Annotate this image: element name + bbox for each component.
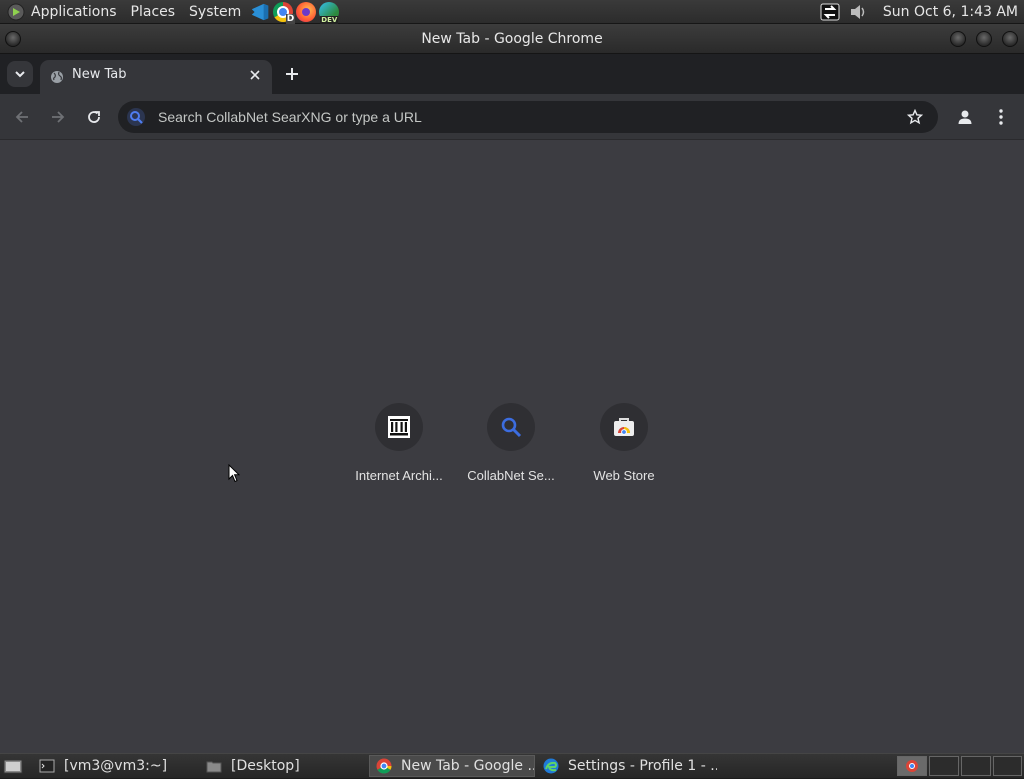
chrome-icon: [376, 758, 392, 774]
chrome-dev-icon[interactable]: D: [273, 1, 296, 24]
window-titlebar[interactable]: New Tab - Google Chrome: [0, 24, 1024, 54]
browser-toolbar: [0, 94, 1024, 140]
edge-icon: [543, 758, 559, 774]
profile-button[interactable]: [951, 103, 979, 131]
forward-button[interactable]: [44, 103, 72, 131]
more-vertical-icon: [999, 109, 1003, 125]
workspace-switcher-4[interactable]: [993, 756, 1022, 776]
plus-icon: [286, 68, 298, 80]
archive-icon: [388, 416, 410, 438]
places-menu[interactable]: Places: [124, 0, 183, 24]
shortcut-tile: [375, 403, 423, 451]
system-menu-label: System: [189, 3, 242, 20]
network-icon[interactable]: [819, 2, 841, 22]
search-icon: [501, 417, 522, 438]
task-chrome[interactable]: New Tab - Google ...: [369, 755, 535, 777]
reload-icon: [88, 111, 100, 123]
top-panel: Applications Places System D DEV Sun Oct…: [0, 0, 1024, 24]
folder-icon: [206, 761, 222, 773]
task-desktop[interactable]: [Desktop]: [200, 755, 366, 777]
tab-new-tab[interactable]: New Tab: [40, 60, 272, 94]
task-label: [vm3@vm3:~]: [64, 758, 168, 774]
reload-button[interactable]: [80, 103, 108, 131]
back-button[interactable]: [8, 103, 36, 131]
edge-dev-badge: DEV: [320, 15, 339, 24]
shortcut-label: Web Store: [593, 468, 655, 483]
shortcut-label: Internet Archi...: [355, 468, 443, 483]
webstore-icon: [614, 418, 634, 436]
maximize-button[interactable]: [976, 31, 992, 47]
shortcut-tile: [600, 403, 648, 451]
shortcut-label: CollabNet Se...: [467, 468, 555, 483]
task-edge-settings[interactable]: Settings - Profile 1 - ...: [537, 755, 717, 777]
arrow-right-icon: [52, 111, 65, 123]
tab-strip: New Tab: [0, 54, 1024, 94]
volume-icon[interactable]: [847, 2, 869, 22]
chrome-menu-button[interactable]: [987, 103, 1015, 131]
chrome-mini-icon: [906, 760, 918, 772]
search-engine-icon: [127, 108, 145, 126]
window-title: New Tab - Google Chrome: [421, 31, 603, 47]
mate-logo-icon: [7, 3, 25, 21]
applications-menu[interactable]: Applications: [0, 0, 124, 24]
places-menu-label: Places: [130, 3, 176, 20]
bookmark-star-button[interactable]: [904, 106, 926, 128]
chrome-dev-badge: D: [285, 13, 296, 24]
shortcut-web-store[interactable]: Web Store: [568, 403, 680, 493]
bottom-taskbar: [vm3@vm3:~] [Desktop] New Tab - Google .…: [0, 753, 1024, 778]
desktop-icon: [3, 759, 23, 774]
star-icon: [907, 109, 923, 125]
new-tab-page: Internet Archi... CollabNet Se... Web St…: [0, 140, 1024, 753]
terminal-icon: [39, 759, 55, 773]
launcher-group: D DEV: [250, 1, 342, 24]
close-tab-icon[interactable]: [246, 66, 264, 84]
chevron-down-icon: [15, 71, 25, 78]
tab-title: New Tab: [72, 67, 127, 82]
omnibox[interactable]: [118, 101, 938, 133]
mouse-cursor-icon: [228, 464, 240, 483]
applications-menu-label: Applications: [31, 3, 117, 20]
task-label: [Desktop]: [231, 758, 300, 774]
person-icon: [958, 110, 972, 124]
minimize-button[interactable]: [950, 31, 966, 47]
address-input[interactable]: [156, 101, 904, 133]
close-window-button[interactable]: [1002, 31, 1018, 47]
shortcut-collabnet-search[interactable]: CollabNet Se...: [455, 403, 567, 493]
new-tab-button[interactable]: [280, 62, 304, 86]
workspace-switcher-2[interactable]: [929, 756, 959, 776]
vscode-icon[interactable]: [250, 2, 270, 22]
task-label: Settings - Profile 1 - ...: [568, 758, 717, 774]
shortcut-internet-archive[interactable]: Internet Archi...: [343, 403, 455, 493]
firefox-icon[interactable]: [296, 1, 317, 22]
system-tray: Sun Oct 6, 1:43 AM: [819, 0, 1024, 24]
workspace-switcher-1[interactable]: [897, 756, 927, 776]
clock[interactable]: Sun Oct 6, 1:43 AM: [875, 4, 1024, 20]
system-menu[interactable]: System: [182, 0, 248, 24]
arrow-left-icon: [15, 111, 28, 123]
shortcut-tile: [487, 403, 535, 451]
tab-search-button[interactable]: [7, 61, 33, 87]
show-desktop-button[interactable]: [3, 757, 23, 775]
globe-icon: [51, 71, 63, 83]
task-label: New Tab - Google ...: [401, 758, 535, 774]
task-terminal[interactable]: [vm3@vm3:~]: [33, 755, 199, 777]
workspace-switcher-3[interactable]: [961, 756, 991, 776]
edge-dev-icon[interactable]: DEV: [319, 1, 340, 24]
